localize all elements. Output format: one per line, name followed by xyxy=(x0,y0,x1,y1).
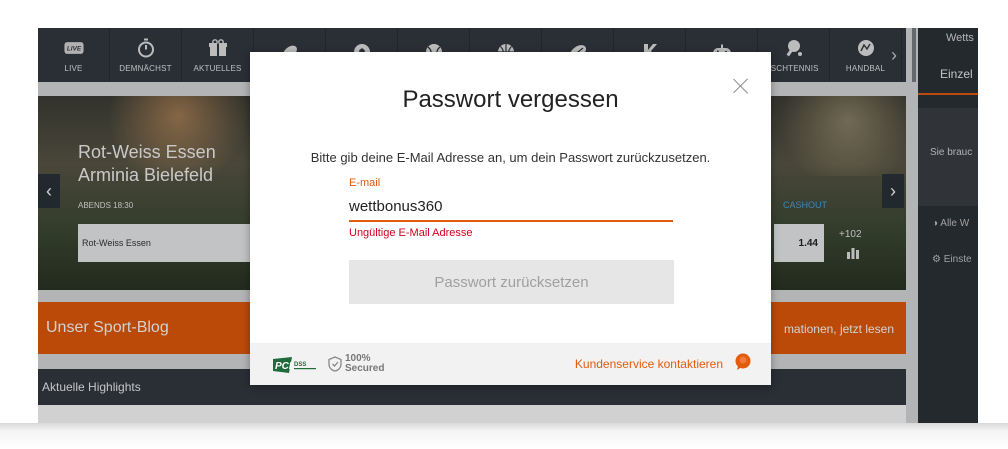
reset-password-button[interactable]: Passwort zurücksetzen xyxy=(349,260,674,304)
email-error-message: Ungültige E-Mail Adresse xyxy=(349,227,473,239)
modal-instruction: Bitte gib deine E-Mail Adresse an, um de… xyxy=(310,150,711,165)
svg-text:PCI: PCI xyxy=(275,361,292,372)
forgot-password-modal: Passwort vergessen Bitte gib deine E-Mai… xyxy=(250,52,771,385)
shield-icon xyxy=(328,356,342,372)
modal-title: Passwort vergessen xyxy=(402,86,619,113)
svg-text:DSS: DSS xyxy=(294,362,306,368)
secured-text: Secured xyxy=(345,363,385,374)
close-icon[interactable] xyxy=(733,78,749,94)
email-field[interactable]: wettbonus360 xyxy=(349,198,673,222)
page-shadow xyxy=(0,423,1008,449)
pci-dss-logo: PCI DSS xyxy=(273,357,316,373)
secured-badge: 100% Secured xyxy=(328,354,384,374)
email-label: E-mail xyxy=(349,177,381,189)
customer-service-link[interactable]: Kundenservice kontaktieren xyxy=(575,357,723,371)
chat-bubble-icon[interactable] xyxy=(734,353,752,371)
modal-footer: PCI DSS 100% Secured Kundenservice konta… xyxy=(250,343,771,385)
